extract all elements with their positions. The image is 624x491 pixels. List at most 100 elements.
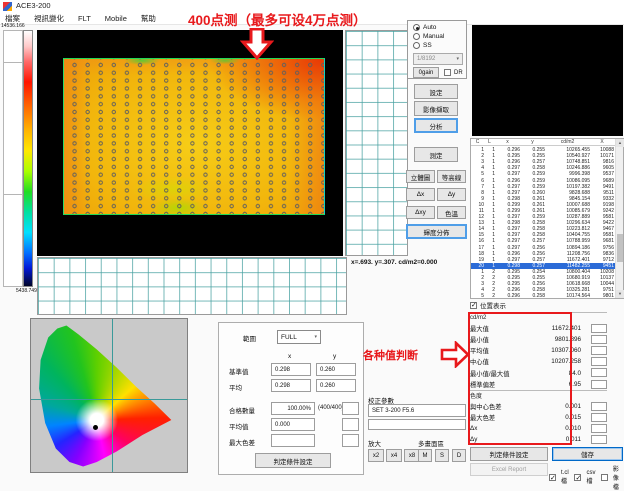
scroll-down-icon[interactable]: ▼ (616, 290, 624, 298)
position-display-checkbox[interactable] (470, 302, 477, 309)
luminance-distribution-button[interactable]: 輝度分佈 (406, 224, 467, 239)
delta-xy-button[interactable]: Δxy (406, 206, 435, 219)
radio-ss[interactable] (413, 42, 420, 49)
avg-diff-judge-box (342, 418, 359, 431)
judge-result-box (591, 335, 607, 344)
view-3d-button[interactable]: 立體圖 (406, 170, 435, 183)
judge-condition-button[interactable]: 判定條件設定 (470, 447, 548, 461)
pass-count-text: (400/400) (318, 405, 344, 411)
analyze-button[interactable]: 分析 (414, 118, 458, 133)
radio-manual[interactable] (413, 33, 420, 40)
delta-y-button[interactable]: Δy (437, 188, 466, 201)
scroll-thumb[interactable] (617, 234, 623, 262)
radio-manual-label: Manual (423, 33, 444, 40)
delta-x-button[interactable]: Δx (406, 188, 435, 201)
result-row: 平均值10307.060 (470, 345, 607, 356)
result-value: 0.015 (565, 414, 581, 421)
pass-count-label: 合格數量 (229, 405, 255, 415)
color-temp-button[interactable]: 色溫 (437, 206, 466, 219)
result-value: 11672.401 (552, 325, 581, 332)
multi-d-button[interactable]: D (452, 449, 466, 462)
result-label: 與中心色差 (470, 402, 501, 411)
annotation-top-note: 400点测（最多可设4万点测） (188, 9, 367, 29)
cie-crosshair-horizontal (31, 399, 187, 400)
table-row[interactable]: 520.2960.25810174.5649801 (471, 293, 616, 299)
result-row: 標準偏差 6.95 (470, 379, 607, 390)
measurement-view[interactable] (37, 30, 343, 256)
result-row: Δy0.011 (470, 434, 607, 445)
right-arrow-icon (440, 341, 470, 368)
max-diff-judge-box (342, 434, 359, 447)
calibration-value-field[interactable]: SET 3-200 F5.6 (368, 404, 466, 417)
result-label: 色度 (470, 391, 482, 400)
result-value: 9801.896 (555, 336, 581, 343)
result-label: cd/m2 (470, 315, 486, 321)
result-value: 84.0 (569, 370, 581, 377)
max-diff-field (271, 434, 315, 447)
colorbar-min-label: 5438.749 (16, 288, 37, 294)
cie-chromaticity-panel (30, 318, 188, 473)
judge-result-box (591, 357, 607, 366)
result-label: 標準偏差 (470, 380, 495, 389)
result-value: 10307.060 (551, 347, 581, 354)
radio-auto[interactable] (413, 24, 420, 31)
base-y-field[interactable]: 0.260 (316, 363, 356, 376)
chevron-down-icon: ▾ (314, 334, 317, 340)
contour-button[interactable]: 等高線 (437, 170, 466, 183)
max-diff-label: 最大色差 (229, 437, 255, 447)
multi-s-button[interactable]: S (435, 449, 449, 462)
zoom-x2-button[interactable]: x2 (368, 449, 384, 462)
measurement-table: CL xy cd/m2X 110.2960.25510265.455100882… (470, 138, 624, 299)
zero-gain-button[interactable]: 0gain (413, 67, 439, 78)
camera-preview (472, 25, 623, 136)
result-row: Δx0.010 (470, 423, 607, 434)
avg-diff-label: 平均值 (229, 421, 249, 431)
base-x-field[interactable]: 0.298 (271, 363, 311, 376)
chevron-down-icon: ▾ (456, 56, 459, 62)
app-icon (3, 2, 12, 11)
result-value: 10207.258 (551, 358, 581, 365)
result-section-label: 色度 (470, 390, 607, 401)
zoom-label: 放大 (368, 438, 381, 448)
table-body: 110.2960.25510265.45510088210.2950.25510… (471, 147, 616, 299)
vertical-profile-grid (345, 30, 408, 256)
excel-report-button[interactable]: Excel Report (470, 463, 548, 476)
base-value-label: 基準值 (229, 366, 249, 376)
image-capture-button[interactable]: 影像擷取 (414, 101, 458, 116)
csv-file-label: csv檔 (586, 470, 595, 485)
tcl-file-label: t.cl檔 (561, 470, 569, 485)
result-value: 6.95 (569, 381, 581, 388)
zoom-x4-button[interactable]: x4 (386, 449, 402, 462)
measure-button[interactable]: 測定 (414, 147, 458, 162)
dr-checkbox[interactable] (444, 69, 451, 76)
avg-x-field[interactable]: 0.298 (271, 379, 311, 392)
avg-y-field[interactable]: 0.260 (316, 379, 356, 392)
table-header: CL xy cd/m2X (471, 139, 623, 146)
dr-label: DR (454, 70, 463, 76)
calibration-extra-field[interactable] (368, 419, 466, 430)
colorbar-gradient (23, 30, 33, 287)
scroll-up-icon[interactable]: ▲ (616, 139, 624, 147)
col-y-header: y (333, 353, 336, 360)
menu-flt[interactable]: FLT (78, 14, 91, 23)
shutter-select[interactable]: 1/8192▾ (413, 53, 463, 65)
window-title: ACE3-200 (16, 1, 51, 10)
range-panel: 範圍 FULL▾ x y 基準值 0.298 0.260 平均 0.298 0.… (218, 322, 364, 475)
result-row: 與中心色差0.001 (470, 401, 607, 412)
luminance-heatmap[interactable] (63, 58, 325, 215)
judge-condition-button-middle[interactable]: 判定條件設定 (255, 453, 331, 468)
multi-m-button[interactable]: M (418, 449, 432, 462)
radio-ss-label: SS (423, 42, 432, 49)
result-label: 最大色差 (470, 413, 495, 422)
colorbar-max-label: 14536.166 (1, 23, 25, 29)
menu-help[interactable]: 幫助 (141, 13, 156, 24)
annotation-side-note: 各种值判断 (363, 347, 418, 363)
save-button[interactable]: 儲存 (552, 447, 623, 461)
range-select[interactable]: FULL▾ (277, 330, 321, 344)
settings-button[interactable]: 設定 (414, 84, 458, 99)
menu-mobile[interactable]: Mobile (105, 14, 127, 23)
multi-screen-label: 多畫面區 (418, 438, 444, 448)
table-scrollbar[interactable]: ▲ ▼ (615, 139, 623, 298)
result-label: Δy (470, 436, 477, 443)
menu-video-change[interactable]: 視訊變化 (34, 13, 64, 24)
